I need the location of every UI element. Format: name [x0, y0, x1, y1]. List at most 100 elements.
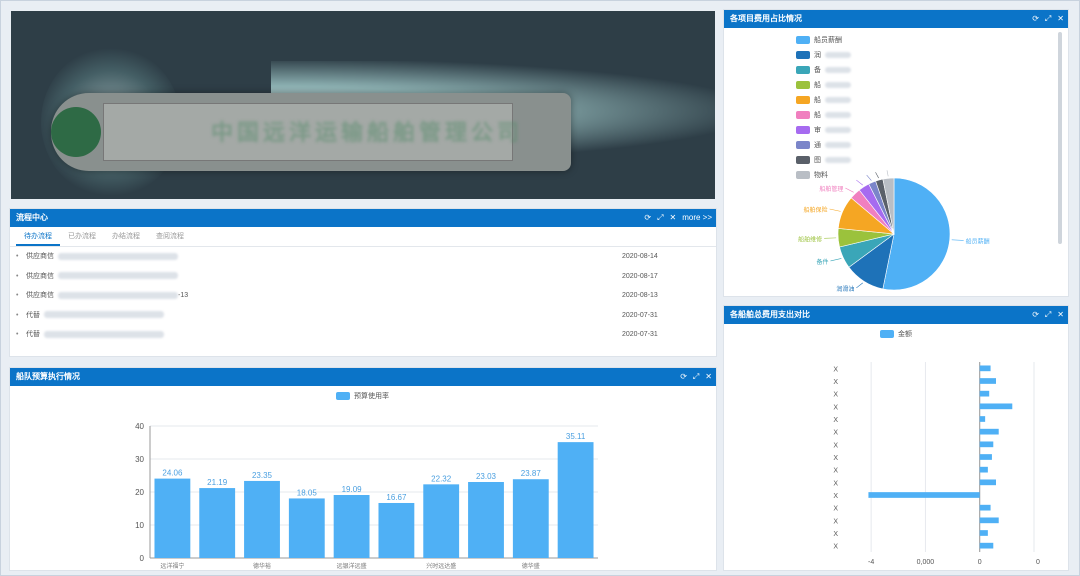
expand-icon[interactable]: ⤢ — [657, 209, 663, 227]
redacted-text — [58, 291, 178, 299]
bar — [244, 480, 280, 558]
close-icon[interactable]: ✕ — [1057, 10, 1064, 28]
app-frame: 中国远洋运输船舶管理公司 流程中心 ⟳ ⤢ ✕ more >> 待办流程 已办流… — [0, 0, 1080, 576]
budget-panel: 船队预算执行情况 ⟳ ⤢ ✕ 预算使用率 0 10 20 30 40 24.06 远洋福宁 2… — [9, 367, 717, 571]
data-label: 35.11 — [566, 432, 586, 441]
hero-image-ship: 中国远洋运输船舶管理公司 — [11, 11, 715, 199]
slice-leader-line — [856, 179, 863, 186]
bar — [199, 488, 236, 558]
close-icon[interactable]: ✕ — [670, 209, 677, 227]
hbar-header: 各船舶总费用支出对比 ⟳ ⤢ ✕ — [724, 306, 1068, 324]
y-tick-label: X — [833, 455, 838, 462]
y-tick-label: X — [833, 366, 838, 373]
list-item-date: 2020-07-31 — [622, 331, 658, 338]
expand-icon[interactable]: ⤢ — [693, 368, 699, 386]
list-item-date: 2020-08-17 — [622, 272, 658, 280]
data-label: 22.32 — [431, 474, 452, 483]
slice-label: 船舶维修 — [798, 235, 822, 243]
y-tick-label: X — [833, 531, 838, 538]
bar — [979, 390, 990, 397]
slice-leader-line — [845, 187, 854, 193]
bar — [979, 416, 986, 422]
bar — [868, 492, 980, 498]
bar — [979, 466, 988, 473]
data-label: 23.35 — [252, 471, 273, 480]
list-item-date: 2020-08-13 — [622, 292, 658, 299]
bar — [979, 428, 999, 435]
bar — [979, 517, 999, 524]
refresh-icon[interactable]: ⟳ — [644, 209, 651, 227]
y-tick-label: 0 — [140, 554, 145, 563]
hbar-title: 各船舶总费用支出对比 — [730, 310, 810, 319]
slice-leader-line — [829, 208, 841, 212]
y-tick-label: X — [833, 493, 838, 500]
bar — [979, 403, 1013, 410]
redacted-text — [44, 311, 164, 319]
tab-handled[interactable]: 已办流程 — [60, 227, 104, 246]
y-tick-label: X — [833, 392, 838, 399]
budget-header: 船队预算执行情况 ⟳ ⤢ ✕ — [10, 368, 716, 386]
bar — [333, 495, 370, 558]
data-label: 23.03 — [476, 472, 497, 481]
bar — [557, 442, 594, 558]
slice-leader-line — [875, 172, 879, 179]
bar — [378, 502, 415, 558]
slice-label: 船员薪酬 — [966, 237, 990, 245]
y-tick-label: X — [833, 544, 838, 551]
ship-bow — [51, 107, 101, 157]
data-label: 21.19 — [207, 478, 228, 487]
bar — [979, 504, 991, 511]
slice-leader-line — [951, 239, 964, 241]
bar — [979, 378, 996, 384]
close-icon[interactable]: ✕ — [1057, 306, 1064, 324]
redacted-text — [58, 272, 178, 280]
list-item[interactable]: 供应商信2020-08-14 — [10, 247, 716, 267]
x-tick-label: 德华裕 — [253, 562, 271, 570]
y-tick-label: X — [833, 379, 838, 386]
list-item[interactable]: 供应商信2020-08-17 — [10, 267, 716, 287]
y-tick-label: 40 — [135, 422, 144, 431]
slice-label: 润滑油 — [836, 285, 854, 293]
tab-pending[interactable]: 待办流程 — [16, 227, 60, 246]
x-tick-label: -4 — [868, 559, 874, 566]
bar — [468, 482, 504, 558]
list-item[interactable]: 代替2020-07-31 — [10, 325, 716, 345]
bar — [423, 484, 460, 558]
slice-label: 船舶管理 — [819, 185, 843, 193]
data-label: 16.67 — [386, 493, 407, 502]
y-tick-label: X — [833, 417, 838, 424]
refresh-icon[interactable]: ⟳ — [1032, 306, 1039, 324]
more-link[interactable]: more >> — [682, 209, 712, 227]
process-center-title: 流程中心 — [16, 213, 48, 222]
process-center-panel: 流程中心 ⟳ ⤢ ✕ more >> 待办流程 已办流程 办结流程 查阅流程 供… — [9, 208, 717, 357]
list-item[interactable]: 代替2020-07-31 — [10, 306, 716, 326]
slice-leader-line — [830, 258, 842, 262]
y-tick-label: X — [833, 506, 838, 513]
expand-icon[interactable]: ⤢ — [1045, 10, 1051, 28]
close-icon[interactable]: ✕ — [705, 368, 712, 386]
x-tick-label: 远银洋远盛 — [337, 562, 367, 570]
list-item-date: 2020-08-14 — [622, 253, 658, 260]
y-tick-label: X — [833, 468, 838, 475]
expand-icon[interactable]: ⤢ — [1045, 306, 1051, 324]
y-tick-label: 30 — [135, 455, 144, 464]
x-tick-label: 0 — [1036, 559, 1040, 566]
y-tick-label: X — [833, 404, 838, 411]
bar — [979, 530, 988, 536]
process-center-header: 流程中心 ⟳ ⤢ ✕ more >> — [10, 209, 716, 227]
x-tick-label: 兴时远达盛 — [426, 562, 456, 570]
data-label: 18.05 — [297, 488, 318, 497]
data-label: 23.87 — [521, 469, 542, 478]
y-tick-label: 10 — [135, 521, 144, 530]
bar — [979, 454, 992, 460]
refresh-icon[interactable]: ⟳ — [1032, 10, 1039, 28]
process-list: 供应商信2020-08-14 供应商信2020-08-17 供应商信-13202… — [10, 247, 716, 345]
y-tick-label: X — [833, 518, 838, 525]
bar — [979, 542, 994, 549]
tab-consulted[interactable]: 查阅流程 — [148, 227, 192, 246]
refresh-icon[interactable]: ⟳ — [680, 368, 687, 386]
list-item[interactable]: 供应商信-132020-08-13 — [10, 286, 716, 306]
budget-title: 船队预算执行情况 — [16, 372, 80, 381]
tab-finished[interactable]: 办结流程 — [104, 227, 148, 246]
y-tick-label: X — [833, 442, 838, 449]
